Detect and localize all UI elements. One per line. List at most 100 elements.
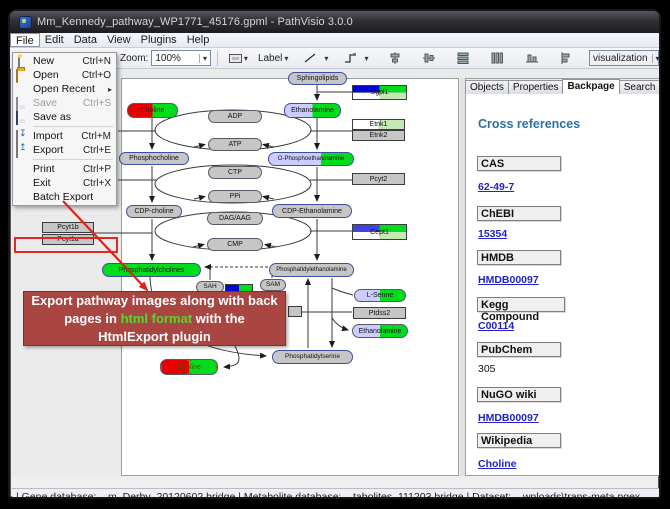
selection-handle[interactable] [216, 365, 218, 370]
submenu-arrow-icon: ▸ [108, 85, 116, 94]
connector-tool-button[interactable]: ▾ [336, 50, 370, 67]
xref-link-cas[interactable]: 62-49-7 [478, 181, 514, 193]
tab-legend[interactable]: Legend [659, 80, 661, 94]
line-tool-button[interactable]: ▾ [296, 50, 330, 67]
tab-objects[interactable]: Objects [465, 80, 509, 94]
menu-view[interactable]: View [102, 33, 136, 47]
align-center-horizontal-icon[interactable] [422, 51, 436, 65]
chevron-down-icon: ▾ [324, 54, 328, 63]
node-ppi[interactable]: PPi [208, 190, 262, 203]
gene-node-icon [229, 54, 242, 63]
menu-item-print[interactable]: Print Ctrl+P [13, 162, 116, 176]
node-label: Choline [177, 364, 201, 371]
node-cmp[interactable]: CMP [207, 238, 263, 251]
gene-node-sgpl1[interactable]: Sgpl1 [352, 85, 407, 100]
menu-item-new[interactable]: New Ctrl+N [13, 54, 116, 68]
node-l-serine[interactable]: L-Serine [354, 289, 406, 302]
menu-file[interactable]: File [10, 33, 40, 47]
menu-item-export[interactable]: Export Ctrl+E [13, 143, 116, 157]
node-sphingolipids[interactable]: Sphingolipids [288, 72, 347, 85]
gene-node-pcyt1b[interactable]: Pcyt1b [42, 222, 94, 233]
toolbar-separator [217, 50, 218, 66]
menu-item-batch-export[interactable]: Batch Export [13, 190, 116, 204]
window-title: Mm_Kennedy_pathway_WP1771_45176.gpml - P… [37, 16, 353, 28]
node-o-phosphoethanolamine[interactable]: O-Phosphoethanolamine [268, 152, 354, 166]
menu-item-open[interactable]: Open Ctrl+O [13, 68, 116, 82]
zoom-label: Zoom: [120, 53, 148, 64]
selection-handle[interactable] [187, 359, 192, 361]
xref-header-cas: CAS [477, 156, 561, 171]
node-phosphocholine[interactable]: Phosphocholine [119, 152, 189, 165]
node-dag-aag[interactable]: DAG/AAG [207, 212, 263, 225]
xref-link-hmdb[interactable]: HMDB00097 [478, 274, 539, 286]
chevron-down-icon: ▾ [284, 54, 288, 63]
file-menu-popup: New Ctrl+N Open Ctrl+O Open Recent ▸ Sav… [12, 52, 117, 206]
node-phosphatidylethanolamine[interactable]: Phosphatidylethanolamine [269, 263, 354, 277]
selection-handle[interactable] [160, 365, 162, 370]
visualization-combobox[interactable]: visualization ▾ [589, 50, 659, 66]
menu-item-save-as[interactable]: Save as [13, 110, 116, 124]
gene-tool-button[interactable]: ▾ [227, 50, 250, 67]
annotation-callout: Export pathway images along with back pa… [23, 291, 286, 346]
menu-edit[interactable]: Edit [40, 33, 69, 47]
node-choline-selected[interactable]: Choline [160, 359, 218, 375]
node-atp[interactable]: ATP [208, 138, 262, 151]
annotation-line1: Export pathway images along with back [31, 292, 277, 310]
gene-node-cept1[interactable]: Cept1 [352, 224, 407, 240]
label-tool-button[interactable]: Label ▾ [256, 50, 290, 67]
xref-header-wikipedia: Wikipedia [477, 433, 561, 448]
node-adp[interactable]: ADP [208, 110, 262, 123]
selection-handle[interactable] [187, 373, 192, 375]
node-cdp-ethanolamine[interactable]: CDP-Ethanolamine [272, 204, 352, 218]
node-sam[interactable]: SAM [260, 279, 286, 291]
tab-properties[interactable]: Properties [508, 80, 564, 94]
xref-link-nugo[interactable]: HMDB00097 [478, 412, 539, 424]
node-cdp-choline[interactable]: CDP-choline [126, 205, 182, 218]
menu-item-import[interactable]: Import Ctrl+M [13, 129, 116, 143]
align-left-icon[interactable] [559, 51, 573, 65]
chevron-down-icon: ▾ [199, 54, 207, 63]
node-phosphatidylcholines[interactable]: Phosphatidylcholines [102, 263, 201, 277]
gene-node-pcyt2[interactable]: Pcyt2 [352, 173, 405, 185]
menu-item-save[interactable]: Save Ctrl+S [13, 96, 116, 110]
elbow-connector-icon [342, 51, 358, 65]
align-center-vertical-icon[interactable] [387, 51, 401, 65]
xref-header-pubchem: PubChem [477, 342, 561, 357]
export-icon [16, 145, 29, 156]
menu-item-exit[interactable]: Exit Ctrl+X [13, 176, 116, 190]
xref-value-pubchem: 305 [478, 363, 496, 375]
menu-help[interactable]: Help [182, 33, 215, 47]
gene-node-etnk2[interactable]: Etnk2 [352, 130, 405, 141]
gene-node-etnk1[interactable]: Etnk1 [352, 119, 405, 130]
right-sidebar: Objects Properties Backpage Search Legen… [465, 78, 661, 476]
gene-node-ptdss2[interactable]: Ptdss2 [353, 307, 406, 319]
node-ctp[interactable]: CTP [208, 166, 262, 179]
node-choline-top[interactable]: Choline [127, 103, 178, 118]
node-phosphatidylserine[interactable]: Phosphatidylserine [272, 350, 353, 364]
tab-backpage[interactable]: Backpage [562, 79, 619, 94]
zoom-combobox[interactable]: 100% ▾ [151, 50, 211, 66]
distribute-horizontal-icon[interactable] [490, 51, 504, 65]
pathway-canvas[interactable] [121, 78, 459, 476]
save-icon [16, 98, 29, 109]
xref-link-wikipedia[interactable]: Choline [478, 458, 517, 470]
distribute-vertical-icon[interactable] [456, 51, 470, 65]
menu-data[interactable]: Data [69, 33, 102, 47]
align-bottom-icon[interactable] [525, 51, 539, 65]
screenshot-root: Mm_Kennedy_pathway_WP1771_45176.gpml - P… [0, 0, 670, 509]
xref-link-chebi[interactable]: 15354 [478, 228, 507, 240]
xref-link-kegg[interactable]: C00114 [478, 320, 514, 332]
title-bar[interactable]: Mm_Kennedy_pathway_WP1771_45176.gpml - P… [10, 11, 659, 33]
node-ethanolamine-top[interactable]: Ethanolamine [284, 103, 341, 118]
selection-handle[interactable] [160, 359, 162, 361]
node-ethanolamine-bottom[interactable]: Ethanolamine [352, 324, 408, 338]
menu-plugins[interactable]: Plugins [136, 33, 182, 47]
batch-export-highlight-box [14, 237, 118, 253]
xref-header-chebi: ChEBI [477, 206, 561, 221]
import-icon [16, 131, 29, 142]
anchor-node[interactable] [288, 306, 302, 317]
open-folder-icon [16, 70, 29, 81]
tab-search[interactable]: Search [619, 80, 661, 94]
chevron-down-icon: ▾ [652, 54, 660, 63]
menu-item-open-recent[interactable]: Open Recent ▸ [13, 82, 116, 96]
